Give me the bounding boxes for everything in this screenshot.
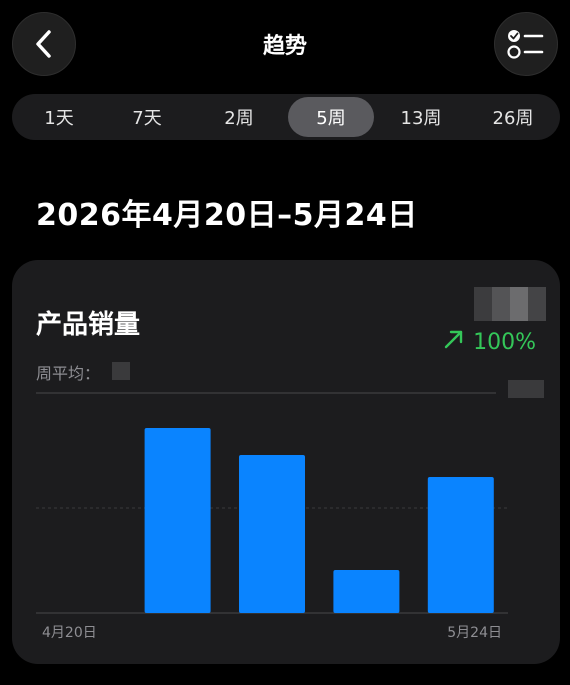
checklist-icon: [507, 30, 544, 59]
bar-4[interactable]: [333, 570, 400, 613]
tab-5-weeks[interactable]: 5周: [288, 97, 374, 137]
bar-5[interactable]: [427, 477, 494, 613]
tab-1-day[interactable]: 1天: [16, 97, 102, 137]
date-range-heading: 2026年4月20日–5月24日: [36, 198, 418, 233]
tab-26-weeks[interactable]: 26周: [470, 97, 556, 137]
time-range-selector: 1天 7天 2周 5周 13周 26周: [12, 94, 560, 140]
tab-13-weeks[interactable]: 13周: [378, 97, 464, 137]
bar-2[interactable]: [144, 428, 211, 613]
page-title: 趋势: [262, 34, 307, 59]
tab-2-weeks[interactable]: 2周: [196, 97, 282, 137]
tab-7-days[interactable]: 7天: [104, 97, 190, 137]
sales-card[interactable]: 产品销量 周平均： 100% 4月20日 5月24日: [12, 260, 560, 664]
bar-3[interactable]: [239, 455, 305, 613]
sales-bar-chart: 4月20日 5月24日: [36, 392, 508, 641]
x-tick-label-1: 4月20日: [42, 625, 97, 641]
options-button[interactable]: [494, 12, 558, 76]
x-tick-label-5: 5月24日: [447, 625, 502, 641]
